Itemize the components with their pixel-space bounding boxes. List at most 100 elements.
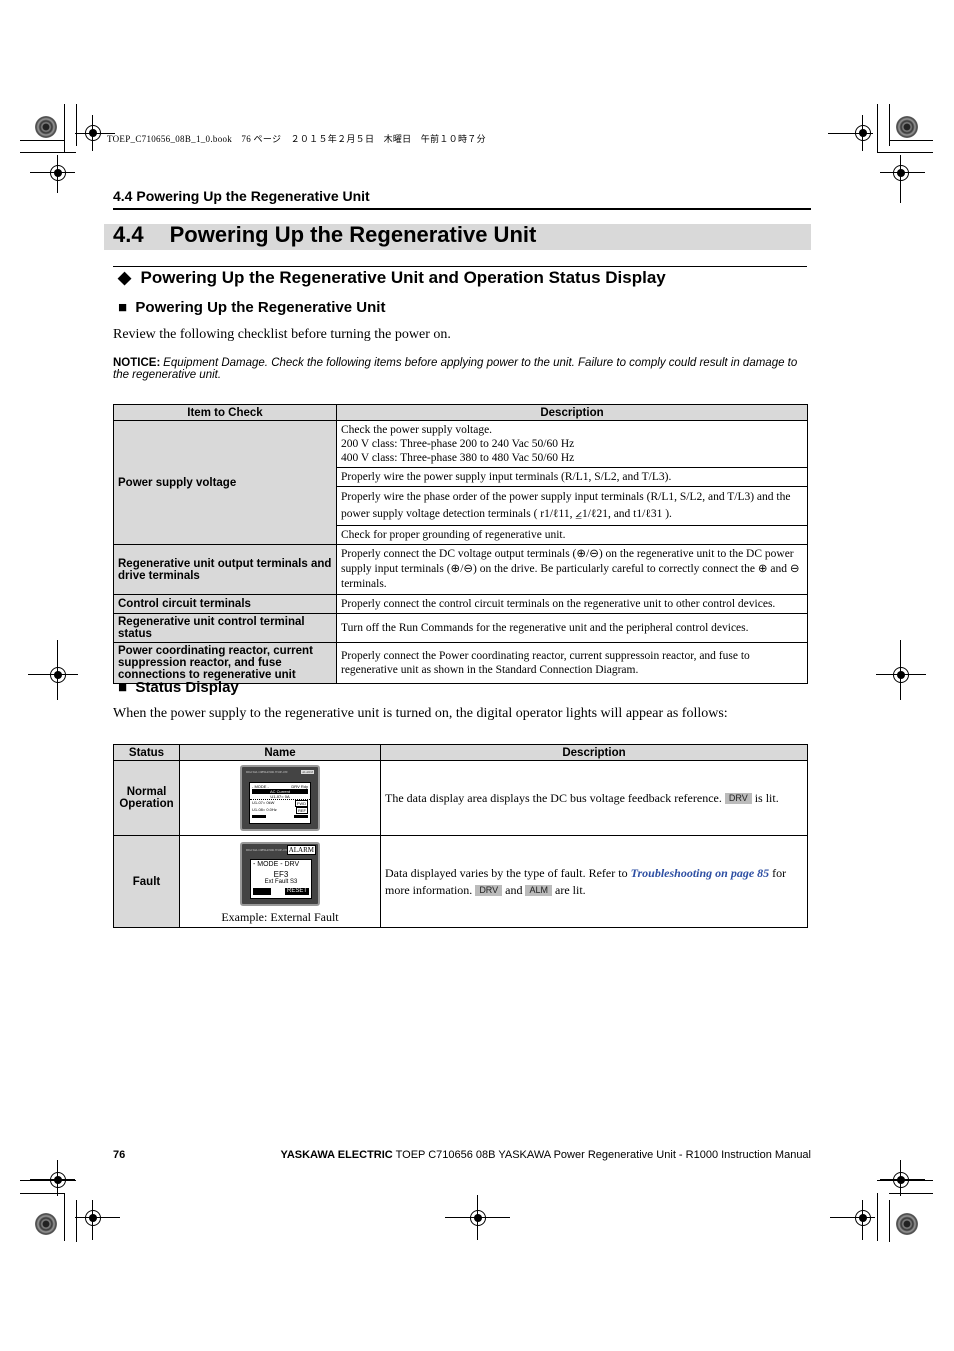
registration-target-icon [50,1172,66,1188]
section-number: 4.4 [113,222,144,247]
intro-text: Review the following checklist before tu… [113,327,451,342]
status-intro-text: When the power supply to the regenerativ… [113,706,728,721]
color-rosette-icon [896,116,918,138]
drv-indicator-badge: DRV [475,884,503,896]
description-cell: Data displayed varies by the type of fau… [380,835,808,928]
monitor-line: U1-08= 0.0Hz [252,807,277,812]
square-bullet-icon: ■ [118,679,128,696]
status-cell: Fault [113,835,180,928]
column-header: Status [113,744,180,761]
column-header: Name [179,744,381,761]
item-cell: Regenerative unit output terminals and d… [113,544,337,595]
mode-line: - MODE - DRV [253,861,300,868]
table-row: Power coordinating reactor, current supp… [113,642,808,684]
registration-target-icon [893,1172,909,1188]
registration-target-icon [50,667,66,683]
notice-text: Equipment Damage. Check the following it… [113,357,798,381]
checklist-table: Item to Check Description Power supply v… [113,404,808,684]
description-cell: Properly connect the control circuit ter… [336,594,808,614]
mode-indicator: DRV Rdy [291,784,308,789]
alarm-indicator: ALARM [286,845,316,855]
column-header: Description [380,744,808,761]
table-row: Normal Operation DIGITAL OPERATOR JVOP-1… [113,760,808,836]
column-header: Description [336,404,808,421]
running-head-rule [113,208,811,210]
table-row: Power supply voltage Check the power sup… [113,420,808,545]
subsection-title: ◆ Powering Up the Regenerative Unit and … [118,268,666,288]
description-text: The data display area displays the DC bu… [385,791,725,805]
digital-operator-fault: DIGITAL OPERATOR JVOP-180 ALARM - MODE -… [240,842,320,906]
subsection-title-text: Powering Up the Regenerative Unit and Op… [140,268,666,287]
notice: NOTICE: Equipment Damage. Check the foll… [113,357,813,381]
item-cell: Control circuit terminals [113,594,337,614]
display-caption: Example: External Fault [221,910,339,924]
name-cell: DIGITAL OPERATOR JVOP-180 ALARM - MODE -… [179,835,381,928]
description-text: and [502,882,526,897]
subsection-rule [113,266,807,267]
color-rosette-icon [35,1213,57,1235]
description-cell: The data display area displays the DC bu… [380,760,808,836]
table-header-row: Status Name Description [113,744,808,761]
description-line: 400 V class: Three-phase 380 to 480 Vac … [341,452,575,464]
description-cell: Properly connect the DC voltage output t… [336,544,808,595]
description-cell: Check for proper grounding of regenerati… [336,525,808,545]
table-row: Fault DIGITAL OPERATOR JVOP-180 ALARM - … [113,835,808,928]
reset-soft-key: RESET [284,888,309,895]
description-cell: Check the power supply voltage. 200 V cl… [336,420,808,468]
diamond-icon: ◆ [118,268,132,287]
fault-code: EF3 [273,870,289,879]
color-rosette-icon [896,1213,918,1235]
section-title-text: Powering Up the Regenerative Unit [169,222,537,247]
operator-label: DIGITAL OPERATOR JVOP-180 [246,770,288,774]
description-text: are lit. [552,882,586,897]
description-cell: Properly wire the phase order of the pow… [336,486,808,526]
description-cell: Properly connect the Power coordinating … [336,642,808,684]
fault-message: Ext Fault S3 [264,879,298,885]
running-head: 4.4 Powering Up the Regenerative Unit [113,188,370,204]
heading-powering-up: ■ Powering Up the Regenerative Unit [118,299,385,316]
digital-operator-normal: DIGITAL OPERATOR JVOP-180 ALARM - MODE -… [240,765,320,831]
description-text: Data displayed varies by the type of fau… [385,865,631,880]
operator-screen: - MODE - DRV Rdy AC Current U1-07= 0A U1… [249,782,311,824]
name-cell: DIGITAL OPERATOR JVOP-180 ALARM - MODE -… [179,760,381,836]
footer-text: YASKAWA ELECTRIC TOEP C710656 08B YASKAW… [281,1149,812,1161]
table-row: Regenerative unit output terminals and d… [113,544,808,595]
square-bullet-icon: ■ [118,299,128,316]
notice-label: NOTICE: [113,357,161,369]
alarm-indicator: ALARM [301,770,314,774]
soft-key: FWD [294,800,308,807]
column-header: Item to Check [113,404,337,421]
heading-status-display: ■ Status Display [118,679,239,696]
item-cell: Power supply voltage [113,420,337,545]
alm-indicator-badge: ALM [525,884,552,896]
footer-doc-title: TOEP C710656 08B YASKAWA Power Regenerat… [392,1149,811,1161]
drv-indicator-badge: DRV [724,793,752,804]
table-row: Control circuit terminals Properly conne… [113,594,808,614]
registration-target-icon [50,165,66,181]
description-line: Check the power supply voltage. [341,424,493,436]
monitor-line: U1-07= 0kW [252,800,275,805]
registration-target-icon [85,1210,101,1226]
item-cell: Regenerative unit control terminal statu… [113,613,337,643]
status-table: Status Name Description Normal Operation… [113,744,808,928]
registration-target-icon [893,165,909,181]
heading-status-display-text: Status Display [135,679,239,696]
troubleshooting-link[interactable]: Troubleshooting on page 85 [631,866,770,880]
color-rosette-icon [35,116,57,138]
description-cell: Properly wire the power supply input ter… [336,467,808,487]
print-header: TOEP_C710656_08B_1_0.book 76 ページ ２０１５年２月… [107,134,486,144]
operator-screen: - MODE - DRV EF3 Ext Fault S3 RESET [250,859,312,899]
footer-brand: YASKAWA ELECTRIC [280,1149,393,1161]
registration-target-icon [470,1210,486,1226]
page-number: 76 [113,1149,126,1161]
operator-label: DIGITAL OPERATOR JVOP-180 [246,848,288,852]
section-title: 4.4 Powering Up the Regenerative Unit [113,222,536,248]
description-text: is lit. [751,791,779,805]
status-cell: Normal Operation [113,760,180,836]
table-header-row: Item to Check Description [113,404,808,421]
table-row: Regenerative unit control terminal statu… [113,613,808,643]
description-cell: Turn off the Run Commands for the regene… [336,613,808,643]
description-line: 200 V class: Three-phase 200 to 240 Vac … [341,438,575,450]
registration-target-icon [855,1210,871,1226]
heading-powering-up-text: Powering Up the Regenerative Unit [135,299,386,316]
